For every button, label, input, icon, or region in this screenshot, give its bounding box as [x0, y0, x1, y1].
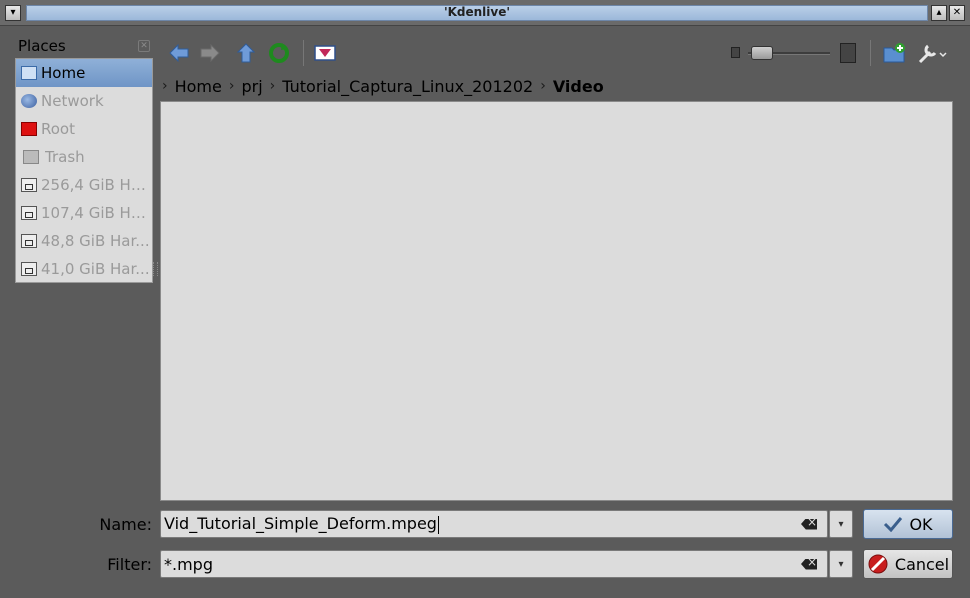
zoom-slider[interactable] [748, 46, 830, 60]
panel-splitter-handle[interactable] [153, 262, 158, 276]
name-field[interactable]: Vid_Tutorial_Simple_Deform.mpeg [160, 510, 828, 538]
trash-icon [23, 150, 39, 164]
breadcrumb-separator-icon: › [228, 78, 235, 94]
minimize-icon: ▴ [936, 7, 942, 18]
window-menu-icon: ▾ [10, 7, 16, 18]
back-arrow-icon [169, 44, 189, 62]
hard-disk-icon [21, 206, 37, 220]
close-button[interactable]: ✕ [949, 5, 965, 21]
ok-button-label: OK [909, 514, 933, 534]
cancel-button[interactable]: Cancel [863, 549, 953, 579]
preview-button[interactable] [313, 41, 337, 65]
name-field-value: Vid_Tutorial_Simple_Deform.mpeg [164, 514, 437, 534]
text-caret [437, 515, 439, 534]
up-arrow-icon [237, 43, 255, 63]
hard-disk-icon [21, 178, 37, 192]
reload-icon [269, 43, 289, 63]
clear-text-icon[interactable] [801, 558, 817, 570]
name-label: Name: [99, 515, 152, 534]
place-item-disk-2[interactable]: 107,4 GiB Ha... [16, 199, 152, 227]
places-heading: Places [18, 37, 66, 55]
ok-button[interactable]: OK [863, 509, 953, 539]
reload-button[interactable] [267, 41, 291, 65]
breadcrumb: › Home › prj › Tutorial_Captura_Linux_20… [160, 72, 604, 100]
place-label: 41,0 GiB Har... [41, 260, 150, 278]
breadcrumb-separator-icon: › [540, 78, 546, 94]
clear-text-icon[interactable] [801, 518, 817, 530]
chevron-down-icon: ▾ [838, 518, 844, 530]
place-item-disk-3[interactable]: 48,8 GiB Har... [16, 227, 152, 255]
place-item-root[interactable]: Root [16, 115, 152, 143]
network-icon [21, 94, 37, 108]
forward-arrow-icon [200, 44, 220, 62]
chevron-down-icon: ▾ [838, 558, 844, 570]
window-menu-button[interactable]: ▾ [5, 5, 21, 21]
breadcrumb-separator-icon: › [162, 78, 168, 94]
options-wrench-icon [918, 44, 947, 64]
cancel-icon [867, 553, 889, 575]
filter-field[interactable]: *.mpg [160, 550, 828, 578]
hard-disk-icon [21, 234, 37, 248]
toolbar-separator [870, 40, 871, 66]
place-item-network[interactable]: Network [16, 87, 152, 115]
checkmark-icon [883, 516, 903, 532]
new-folder-icon [883, 43, 905, 63]
places-close-button[interactable]: ✕ [138, 40, 150, 52]
close-icon: ✕ [140, 41, 148, 51]
breadcrumb-item-home[interactable]: Home [175, 77, 222, 96]
minimize-button[interactable]: ▴ [931, 5, 947, 21]
forward-button[interactable] [198, 41, 222, 65]
preview-icon [314, 45, 336, 61]
home-folder-icon [21, 66, 37, 80]
filter-dropdown[interactable]: ▾ [829, 550, 853, 578]
window-title: 'Kdenlive' [443, 5, 511, 19]
hard-disk-icon [21, 262, 37, 276]
close-icon: ✕ [952, 7, 962, 18]
filter-field-value: *.mpg [164, 554, 213, 574]
filter-label: Filter: [107, 555, 152, 574]
up-button[interactable] [234, 41, 258, 65]
place-item-home[interactable]: Home [16, 59, 152, 87]
new-folder-button[interactable] [883, 41, 907, 65]
place-item-trash[interactable]: Trash [16, 143, 152, 171]
place-label: 107,4 GiB Ha... [41, 204, 152, 222]
breadcrumb-separator-icon: › [269, 78, 276, 94]
breadcrumb-item-video[interactable]: Video [553, 77, 604, 96]
file-list-view[interactable] [160, 101, 953, 501]
breadcrumb-item-tutorial[interactable]: Tutorial_Captura_Linux_201202 [282, 77, 533, 96]
toolbar-separator [303, 40, 304, 66]
breadcrumb-item-prj[interactable]: prj [241, 77, 262, 96]
zoom-slider-handle[interactable] [751, 46, 773, 60]
back-button[interactable] [167, 41, 191, 65]
place-label: Root [41, 120, 75, 138]
cancel-button-label: Cancel [894, 554, 950, 574]
places-list: Home Network Root Trash 256,4 GiB Ha... … [15, 58, 153, 283]
place-label: 48,8 GiB Har... [41, 232, 150, 250]
place-item-disk-4[interactable]: 41,0 GiB Har... [16, 255, 152, 283]
name-history-dropdown[interactable]: ▾ [829, 510, 853, 538]
place-label: Network [41, 92, 104, 110]
zoom-out-icon [731, 47, 740, 58]
place-item-disk-1[interactable]: 256,4 GiB Ha... [16, 171, 152, 199]
title-bar: ▾ 'Kdenlive' ▴ ✕ [0, 0, 970, 26]
place-label: 256,4 GiB Ha... [41, 176, 152, 194]
zoom-in-icon [840, 43, 856, 63]
place-label: Trash [45, 148, 85, 166]
root-folder-icon [21, 122, 37, 136]
options-menu-button[interactable] [917, 41, 947, 65]
place-label: Home [41, 64, 86, 82]
